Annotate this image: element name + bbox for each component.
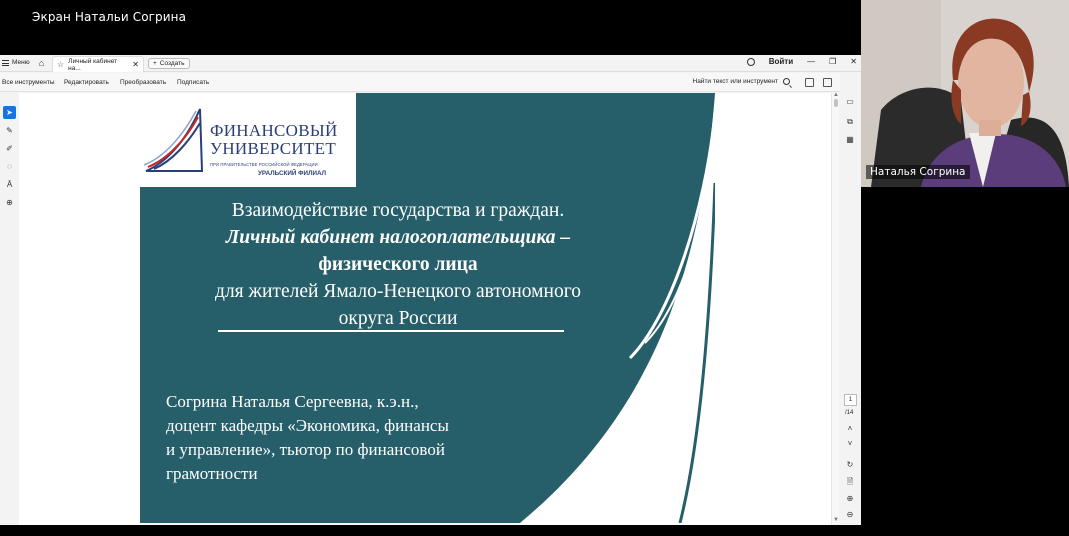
document-icon[interactable]: 🗎 — [845, 477, 855, 487]
left-tool-rail: ➤ ✎ ✐ ◌ Ā ⊕ — [0, 93, 19, 525]
help-icon[interactable] — [746, 57, 755, 66]
title-line-5: округа России — [338, 308, 458, 329]
zoom-out-icon[interactable]: ⊖ — [845, 510, 855, 520]
title-divider — [218, 330, 564, 332]
zoom-in-icon[interactable]: ⊕ — [845, 494, 855, 504]
logo-line-4: УРАЛЬСКИЙ ФИЛИАЛ — [258, 170, 327, 177]
save-icon[interactable] — [805, 78, 814, 87]
participant-name-label: Наталья Согрина — [866, 165, 970, 179]
author-line-2: доцент кафедры «Экономика, финансы — [166, 416, 449, 435]
text-select-icon[interactable]: Ā — [3, 178, 16, 191]
logo-line-3: ПРИ ПРАВИТЕЛЬСТВЕ РОССИЙСКОЙ ФЕДЕРАЦИИ — [210, 162, 318, 167]
home-icon[interactable]: ⌂ — [36, 58, 47, 69]
vertical-scrollbar[interactable]: ▲ ▼ — [831, 92, 839, 525]
author-line-3: и управление», тьютор по финансовой — [166, 440, 445, 459]
scroll-thumb[interactable] — [834, 99, 838, 107]
refresh-icon[interactable]: ↻ — [845, 460, 855, 470]
logo-line-2: УНИВЕРСИТЕТ — [210, 139, 337, 158]
screen-share-title: Экран Натальи Согрина — [32, 10, 187, 24]
find-tool[interactable]: Найти текст или инструмент — [692, 78, 790, 85]
author-line-4: грамотности — [166, 464, 258, 483]
document-toolbar: Все инструменты Редактировать Преобразов… — [0, 73, 861, 92]
meeting-window: Экран Натальи Согрина Меню ⌂ ☆ Личный ка… — [0, 0, 1069, 536]
slide-author: Согрина Наталья Сергеевна, к.э.н., доцен… — [166, 390, 526, 486]
right-tool-rail: ▭ ⧉ ▦ 1 /14 ˄ ˅ ↻ 🗎 ⊕ ⊖ — [840, 73, 861, 525]
comment-icon[interactable]: ✎ — [3, 124, 16, 137]
current-page-field[interactable]: 1 — [844, 394, 857, 406]
logo-line-1: ФИНАНСОВЫЙ — [210, 121, 338, 140]
plus-icon: + — [153, 60, 157, 67]
title-line-2: Личный кабинет налогоплательщика – — [225, 227, 571, 248]
presentation-slide: ФИНАНСОВЫЙ УНИВЕРСИТЕТ ПРИ ПРАВИТЕЛЬСТВЕ… — [140, 93, 715, 523]
tab-title: Личный кабинет на... — [68, 57, 118, 72]
logo-emblem — [143, 108, 204, 172]
stamp-icon[interactable]: ⊕ — [3, 196, 16, 209]
search-icon — [783, 78, 790, 85]
edit-button[interactable]: Редактировать — [64, 79, 109, 86]
chevron-down-icon[interactable]: ˅ — [845, 439, 855, 449]
sign-in-button[interactable]: Войти — [769, 57, 793, 66]
star-icon[interactable]: ☆ — [57, 60, 64, 69]
comments-panel-icon[interactable]: ▭ — [845, 97, 855, 107]
new-tab-button[interactable]: + Создать — [148, 58, 190, 69]
hamburger-icon — [2, 59, 9, 66]
cursor-icon[interactable]: ➤ — [3, 106, 16, 119]
bookmarks-icon[interactable]: ⧉ — [845, 117, 855, 127]
close-window-icon[interactable]: ✕ — [850, 57, 857, 66]
convert-button[interactable]: Преобразовать — [120, 79, 166, 86]
author-line-1: Согрина Наталья Сергеевна, к.э.н., — [166, 392, 419, 411]
slide-title: Взаимодействие государства и граждан. Ли… — [178, 197, 618, 332]
close-tab-icon[interactable]: ✕ — [132, 60, 139, 69]
total-pages: /14 — [845, 410, 854, 416]
new-tab-label: Создать — [159, 60, 185, 67]
scroll-down-icon[interactable]: ▼ — [833, 517, 839, 523]
find-label: Найти текст или инструмент — [692, 78, 779, 85]
browser-tab-bar: Меню ⌂ ☆ Личный кабинет на... ✕ + Создат… — [0, 55, 861, 72]
bottom-strip — [0, 525, 861, 536]
all-tools-button[interactable]: Все инструменты — [2, 79, 55, 86]
title-line-1: Взаимодействие государства и граждан. — [231, 200, 565, 221]
tab-active-document[interactable]: ☆ Личный кабинет на... ✕ — [52, 56, 144, 72]
participant-video — [861, 0, 1069, 187]
minimize-icon[interactable]: — — [807, 57, 815, 66]
title-line-4: для жителей Ямало-Ненецкого автономного — [215, 281, 581, 302]
print-icon[interactable] — [823, 78, 832, 87]
thumbnails-icon[interactable]: ▦ — [845, 135, 855, 145]
title-line-3: физического лица — [318, 254, 478, 275]
menu-label: Меню — [12, 59, 30, 66]
sign-button[interactable]: Подписать — [177, 79, 209, 86]
document-viewport: ФИНАНСОВЫЙ УНИВЕРСИТЕТ ПРИ ПРАВИТЕЛЬСТВЕ… — [19, 93, 831, 525]
menu-button[interactable]: Меню — [2, 59, 30, 66]
shared-screen: Меню ⌂ ☆ Личный кабинет на... ✕ + Создат… — [0, 55, 861, 525]
highlight-icon[interactable]: ✐ — [3, 142, 16, 155]
scroll-up-icon[interactable]: ▲ — [833, 92, 839, 98]
chevron-up-icon[interactable]: ˄ — [845, 424, 855, 434]
university-logo: ФИНАНСОВЫЙ УНИВЕРСИТЕТ ПРИ ПРАВИТЕЛЬСТВЕ… — [140, 93, 356, 187]
lasso-icon[interactable]: ◌ — [3, 160, 16, 173]
window-controls: Войти — ❐ ✕ — [746, 57, 857, 66]
restore-icon[interactable]: ❐ — [829, 57, 836, 66]
participant-portrait — [861, 0, 1069, 187]
